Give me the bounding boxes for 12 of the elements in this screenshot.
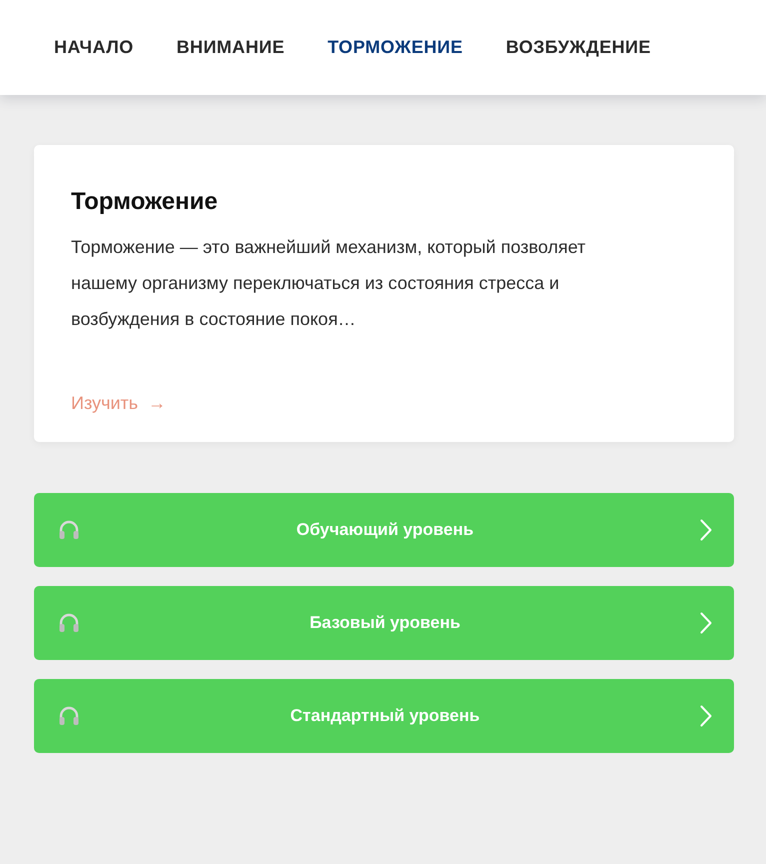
nav-tab[interactable]: ТОРМОЖЕНИЕ bbox=[328, 33, 463, 62]
chevron-right-icon bbox=[700, 612, 712, 634]
nav-tab[interactable]: ВОЗБУЖДЕНИЕ bbox=[506, 33, 651, 62]
headphones-icon bbox=[58, 519, 80, 541]
headphones-icon bbox=[58, 612, 80, 634]
card-title: Торможение bbox=[71, 187, 219, 217]
nav-tab[interactable]: НАЧАЛО bbox=[54, 33, 134, 62]
chevron-right-icon bbox=[700, 705, 712, 727]
nav-tab[interactable]: ВНИМАНИЕ bbox=[176, 33, 285, 62]
headphones-icon bbox=[58, 705, 80, 727]
chevron-right-icon bbox=[700, 519, 712, 541]
card-description: Торможение — это важнейший механизм, который позволяет нашему организму переключаться из состояния стресса и возбуждения в состояние покоя… bbox=[71, 236, 587, 331]
